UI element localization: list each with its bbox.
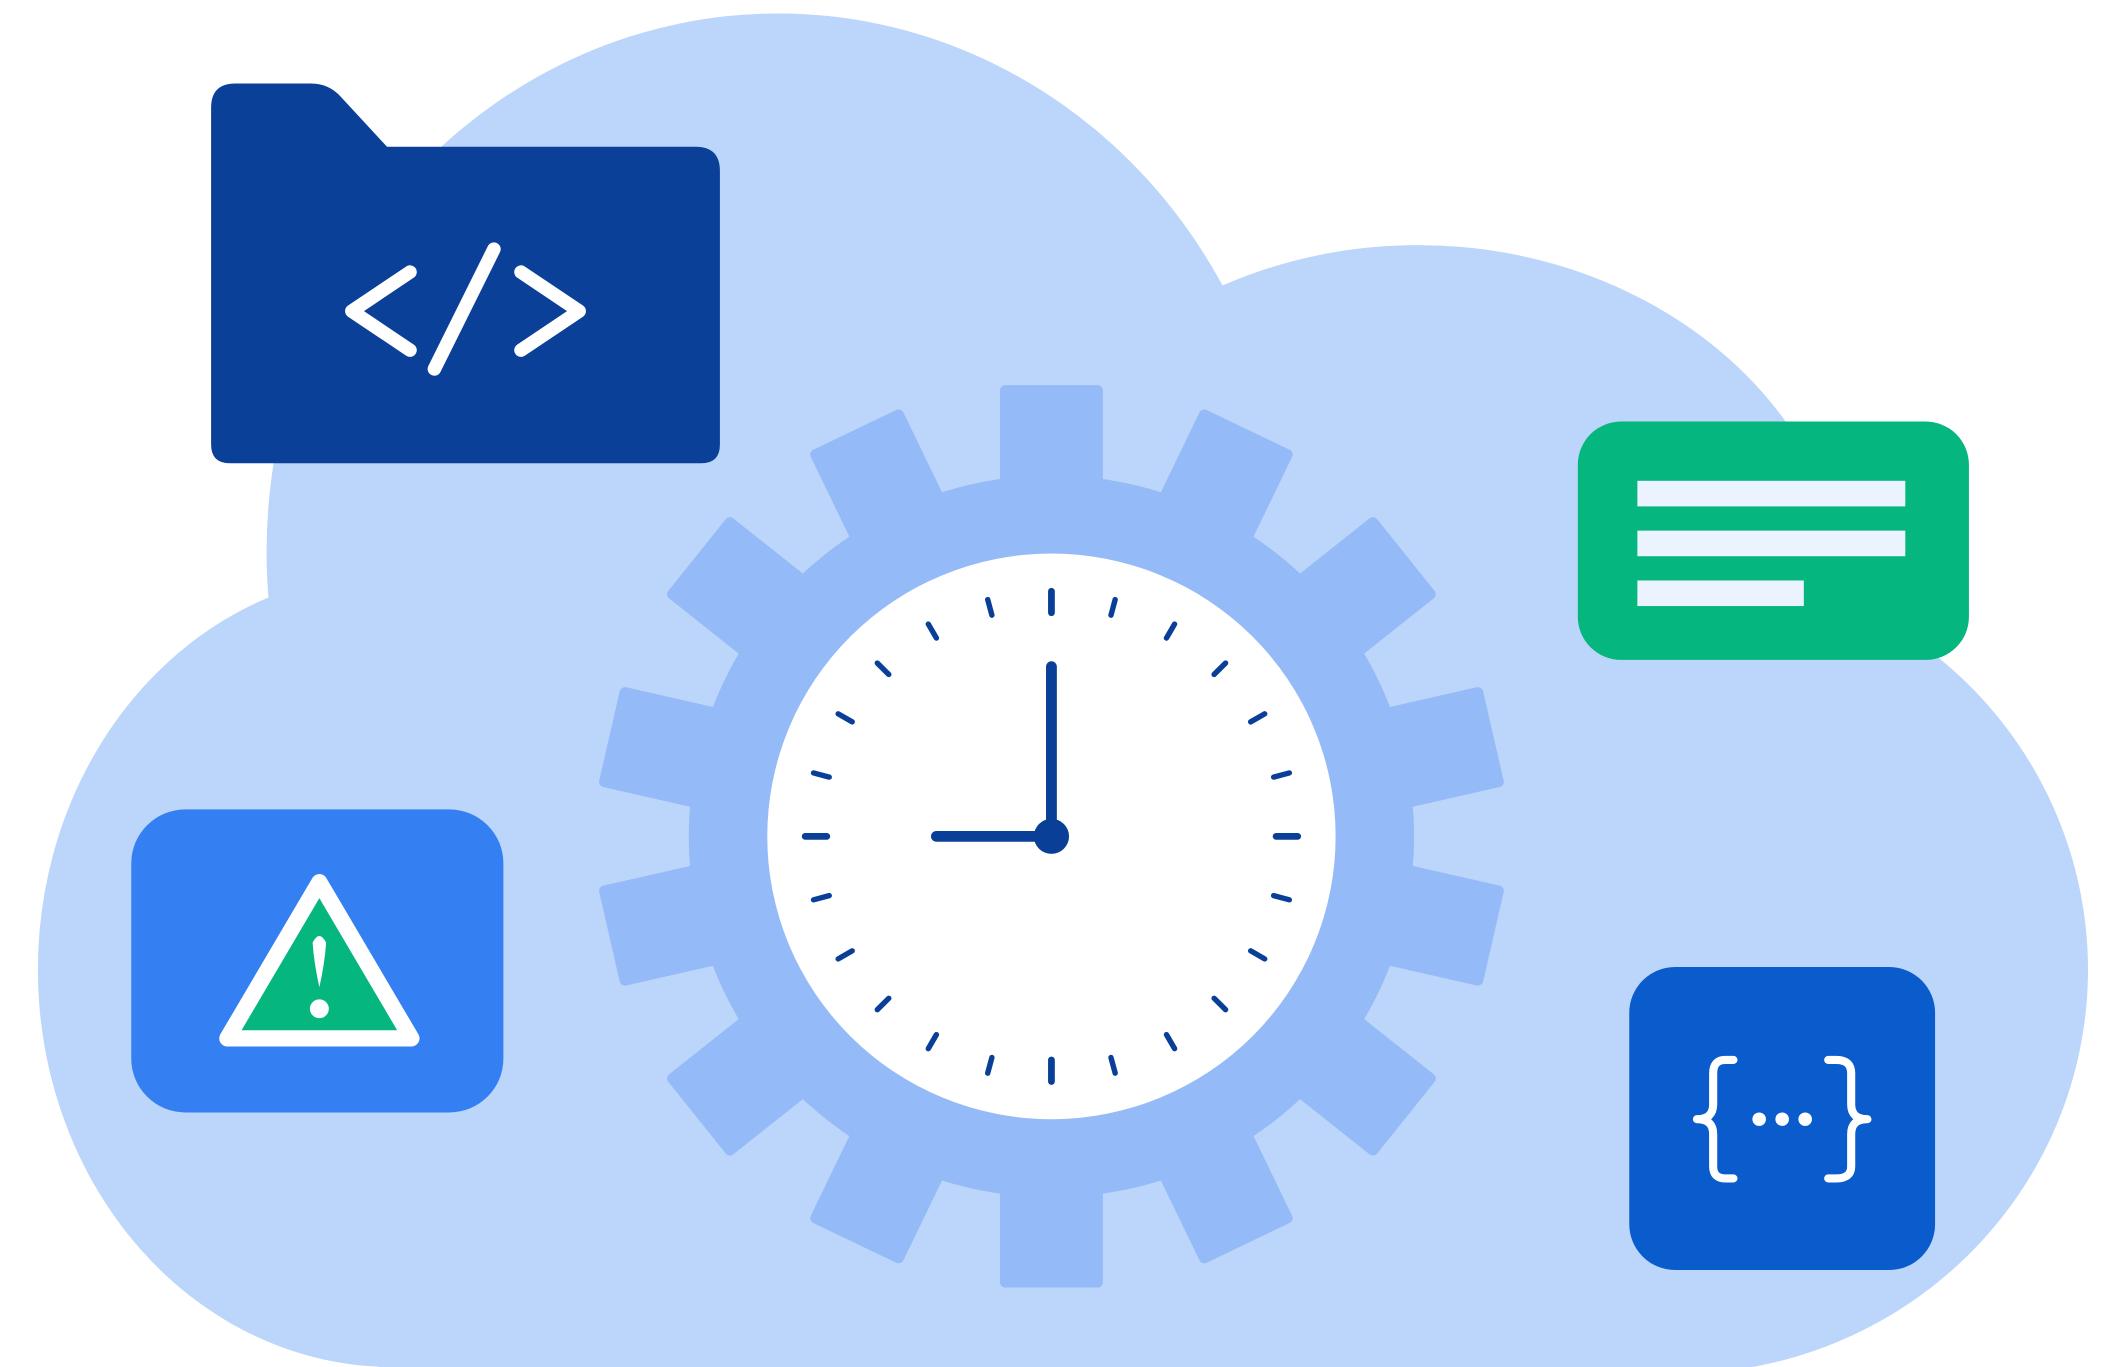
ellipsis-dots [1752,1112,1812,1126]
clock-icon [767,553,1336,1120]
json-card [1629,967,1936,1271]
gear-tooth [1000,385,1103,507]
text-card [1577,421,1969,660]
cloud-automation-illustration [37,13,2088,1367]
alert-card [131,809,504,1113]
gear-tooth [1000,1166,1103,1288]
clock-center-dot [1033,818,1070,854]
